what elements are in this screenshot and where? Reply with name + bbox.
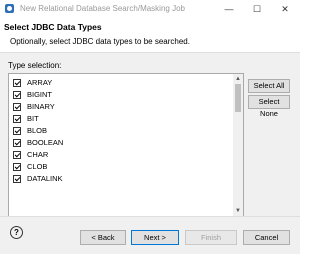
back-button[interactable]: < Back	[80, 230, 126, 245]
help-icon[interactable]: ?	[10, 226, 23, 239]
list-item-label: CLOB	[27, 162, 48, 171]
scroll-thumb[interactable]	[235, 84, 241, 112]
select-all-button[interactable]: Select All	[248, 79, 290, 93]
list-item-label: BIT	[27, 114, 39, 123]
list-item-label: BLOB	[27, 126, 48, 135]
scroll-up-icon[interactable]: ▲	[233, 74, 243, 84]
maximize-button[interactable]: ☐	[245, 2, 269, 16]
app-icon	[5, 4, 14, 13]
checkbox[interactable]	[13, 138, 21, 147]
list-item-label: ARRAY	[27, 78, 53, 87]
list-item[interactable]: BOOLEAN	[13, 137, 63, 148]
checkbox[interactable]	[13, 126, 21, 135]
wizard-header: Select JDBC Data Types Optionally, selec…	[0, 18, 300, 53]
list-item-label: BOOLEAN	[27, 138, 64, 147]
checkbox[interactable]	[13, 150, 21, 159]
type-selection-label: Type selection:	[8, 61, 62, 70]
list-item[interactable]: CLOB	[13, 161, 47, 172]
scroll-down-icon[interactable]: ▼	[233, 206, 243, 216]
checkbox[interactable]	[13, 114, 21, 123]
list-item-label: BIGINT	[27, 90, 53, 99]
checkbox[interactable]	[13, 90, 21, 99]
list-item[interactable]: BIT	[13, 113, 39, 124]
list-item[interactable]: ARRAY	[13, 77, 52, 88]
list-item[interactable]: BINARY	[13, 101, 55, 112]
checkbox[interactable]	[13, 78, 21, 87]
list-item[interactable]: CHAR	[13, 149, 48, 160]
page-subtitle: Optionally, select JDBC data types to be…	[10, 37, 190, 46]
next-button[interactable]: Next >	[131, 230, 179, 245]
minimize-button[interactable]: —	[217, 2, 241, 16]
list-item[interactable]: DATALINK	[13, 173, 63, 184]
close-button[interactable]: ✕	[273, 2, 297, 16]
list-item-label: BINARY	[27, 102, 55, 111]
checkbox[interactable]	[13, 162, 21, 171]
list-scrollbar[interactable]: ▲ ▼	[233, 74, 243, 216]
select-none-button[interactable]: Select None	[248, 95, 290, 118]
window-title: New Relational Database Search/Masking J…	[20, 4, 185, 13]
wizard-content: Type selection: ARRAY BIGINT BINARY BIT …	[0, 53, 300, 217]
list-item[interactable]: BLOB	[13, 125, 47, 136]
wizard-footer: ? < Back Next > Finish Cancel	[0, 216, 300, 254]
type-list[interactable]: ARRAY BIGINT BINARY BIT BLOB BOOLEAN CHA…	[8, 73, 244, 217]
list-item-label: DATALINK	[27, 174, 63, 183]
list-item-label: CHAR	[27, 150, 49, 159]
list-item[interactable]: BIGINT	[13, 89, 52, 100]
checkbox[interactable]	[13, 102, 21, 111]
cancel-button[interactable]: Cancel	[243, 230, 290, 245]
page-title: Select JDBC Data Types	[4, 22, 102, 32]
checkbox[interactable]	[13, 174, 21, 183]
finish-button[interactable]: Finish	[185, 230, 237, 245]
title-bar: New Relational Database Search/Masking J…	[0, 0, 300, 18]
